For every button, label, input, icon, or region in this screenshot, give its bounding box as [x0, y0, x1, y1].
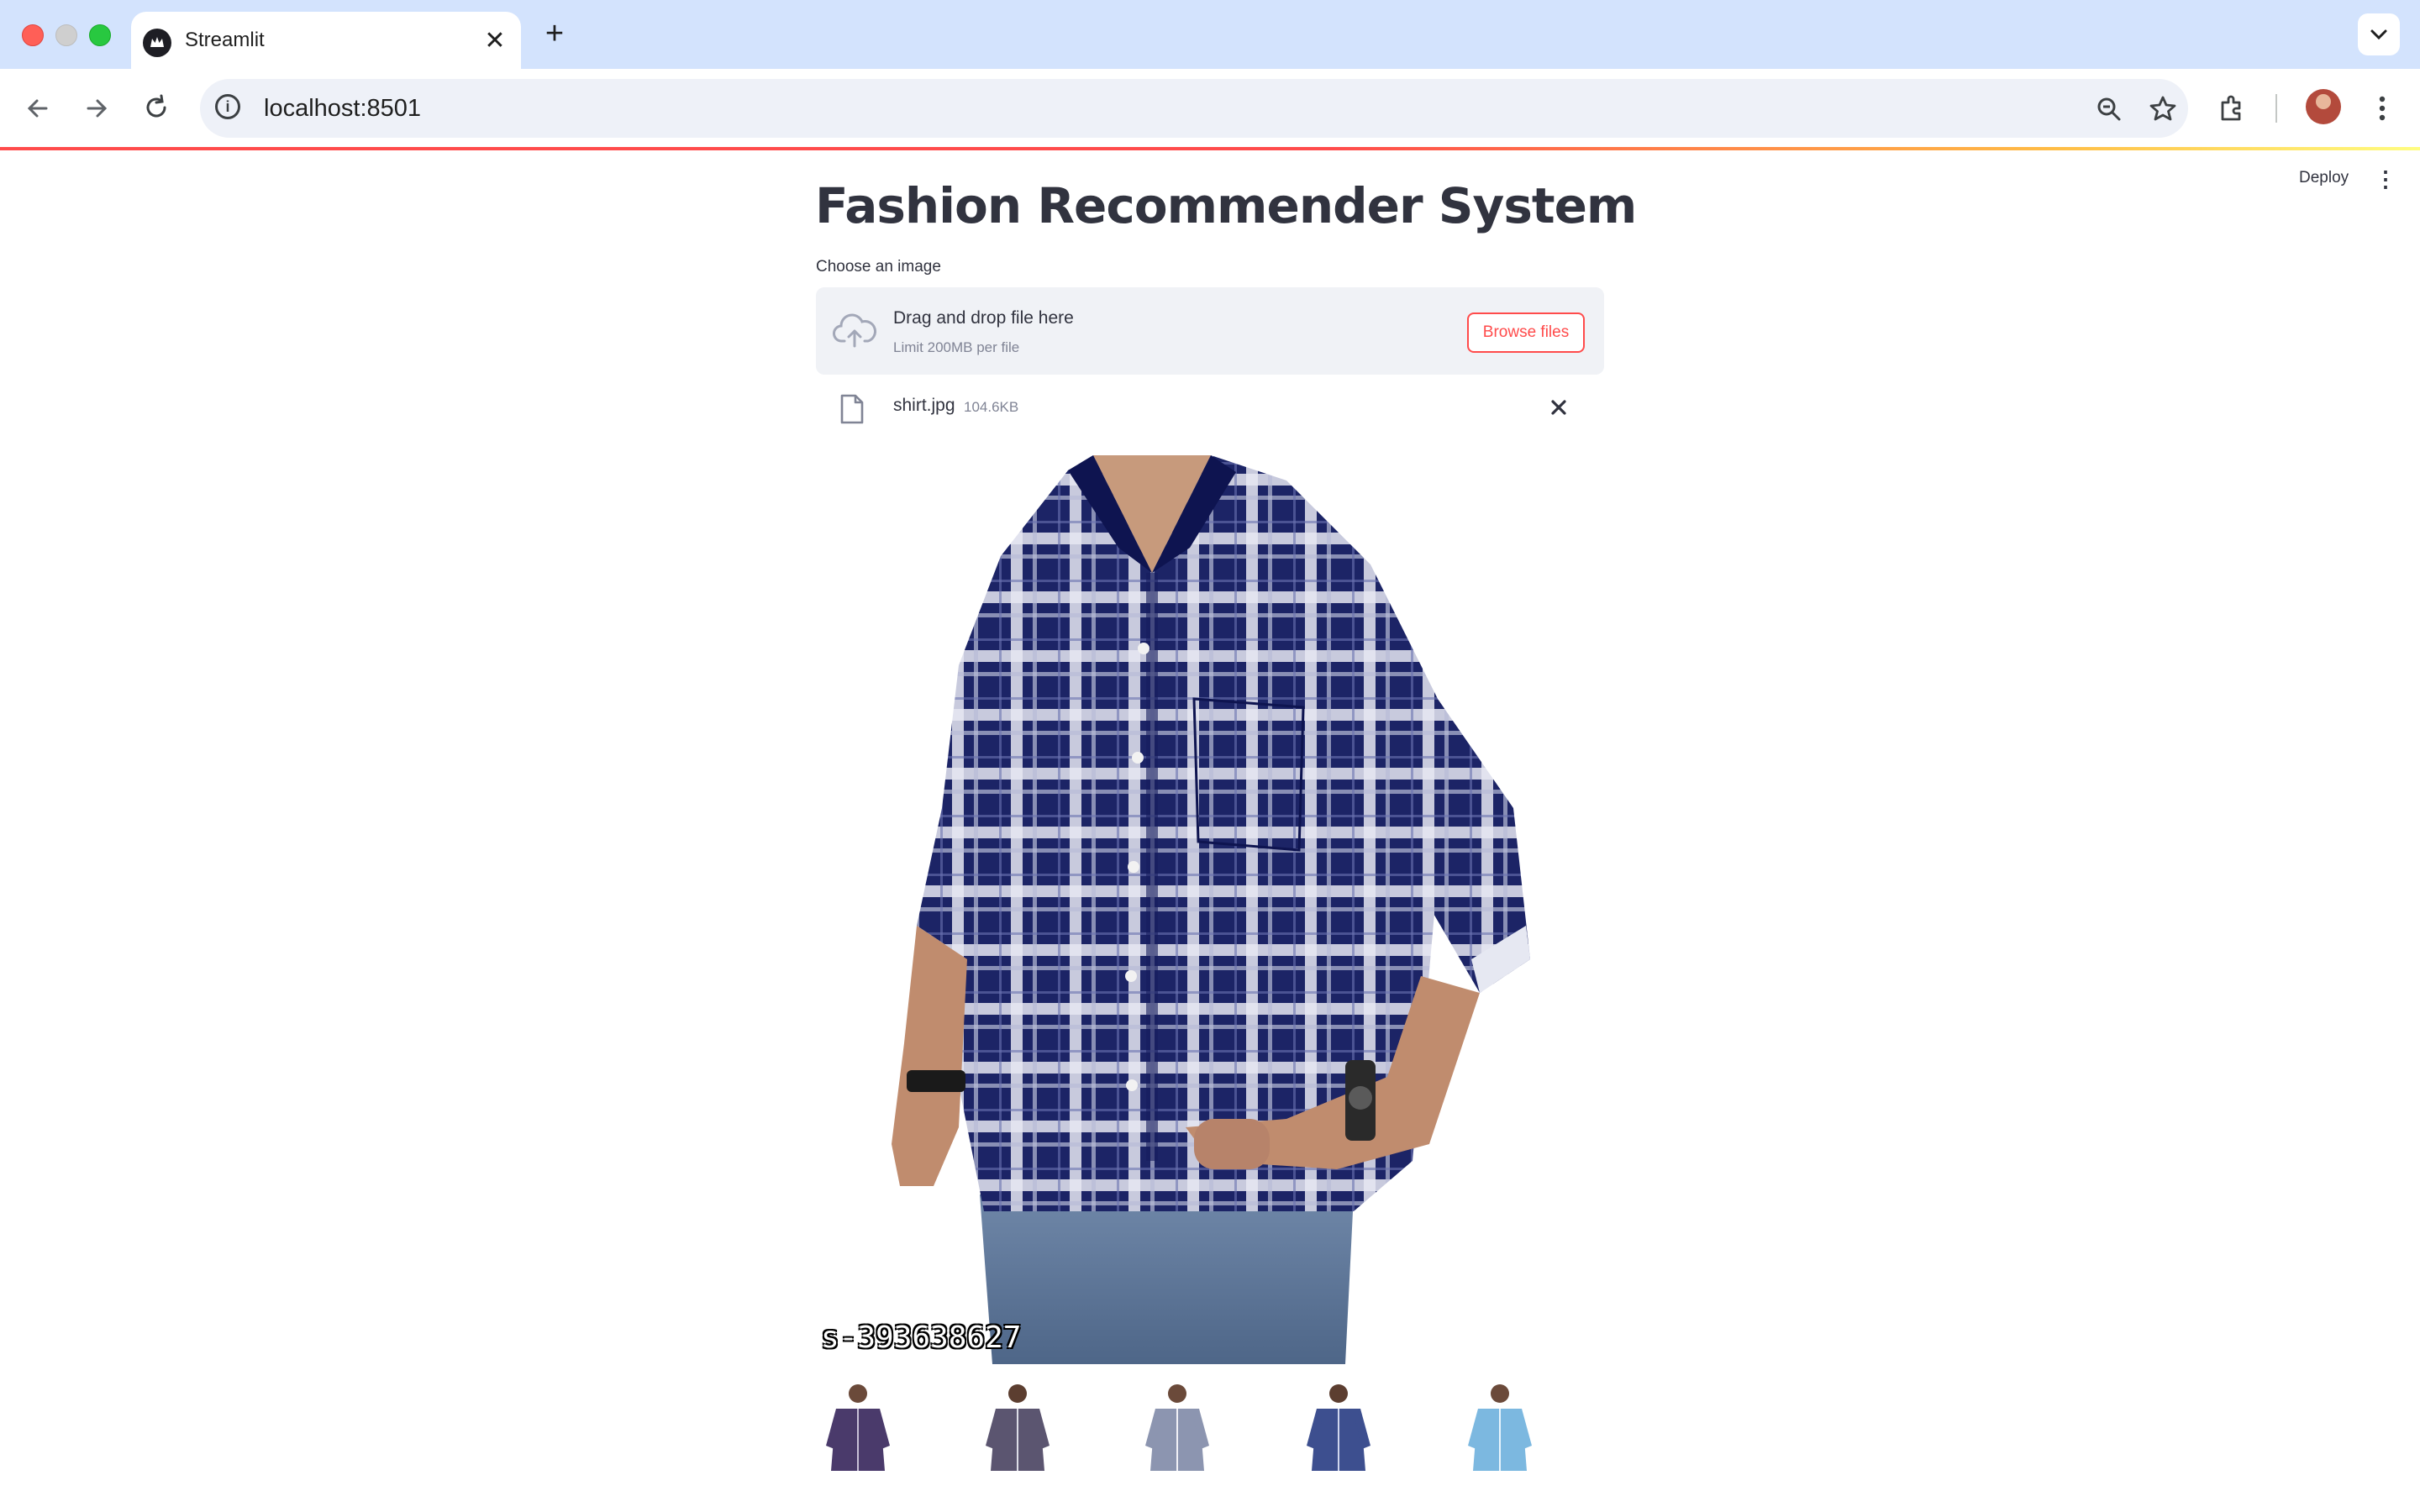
uploaded-file-item: shirt.jpg 104.6KB	[816, 389, 1604, 439]
dropzone-limit: Limit 200MB per file	[893, 339, 1020, 355]
bookmark-star-icon[interactable]	[2144, 91, 2181, 128]
streamlit-favicon-icon	[143, 29, 171, 57]
tab-list-button[interactable]	[2358, 13, 2400, 55]
toolbar-divider	[2275, 94, 2277, 123]
extensions-icon[interactable]	[2212, 87, 2254, 129]
back-button[interactable]	[17, 87, 59, 129]
browser-menu-icon[interactable]	[2361, 87, 2403, 129]
reload-icon	[146, 94, 166, 118]
streamlit-app: Deploy ⋮ Fashion Recommender System Choo…	[0, 150, 2420, 1512]
zoom-icon[interactable]	[2091, 91, 2128, 128]
chevron-down-icon	[2370, 29, 2387, 40]
deploy-button[interactable]: Deploy	[2299, 169, 2349, 187]
remove-file-close-icon[interactable]	[1540, 389, 1577, 426]
uploaded-file-size: 104.6KB	[964, 399, 1019, 415]
maximize-window-button[interactable]	[89, 24, 111, 46]
reload-button[interactable]	[136, 87, 178, 129]
recommendation-image-3	[1144, 1378, 1211, 1479]
recommendations-row	[816, 1378, 1604, 1479]
profile-avatar[interactable]	[2306, 89, 2341, 124]
file-icon	[840, 394, 864, 424]
minimize-window-button[interactable]	[55, 24, 77, 46]
close-window-button[interactable]	[22, 24, 44, 46]
image-caption: s-393638627	[821, 1320, 1022, 1355]
browser-tab-streamlit[interactable]: Streamlit ✕	[131, 12, 521, 69]
arrow-right-icon	[87, 99, 108, 118]
uploaded-shirt-image	[892, 455, 1530, 1364]
tab-title: Streamlit	[185, 29, 265, 51]
recommendation-image-2	[984, 1378, 1051, 1479]
recommendation-image-1	[824, 1378, 892, 1479]
browser-tab-bar: Streamlit ✕ +	[0, 0, 2420, 69]
file-dropzone[interactable]: Drag and drop file here Limit 200MB per …	[816, 287, 1604, 375]
url-text[interactable]: localhost:8501	[264, 95, 421, 123]
uploader-label: Choose an image	[816, 258, 941, 276]
main-menu-icon[interactable]: ⋮	[2373, 164, 2398, 194]
new-tab-button[interactable]: +	[538, 17, 571, 50]
site-info-icon[interactable]: i	[215, 94, 240, 119]
uploaded-file-name: shirt.jpg	[893, 396, 955, 415]
recommendation-image-4	[1305, 1378, 1372, 1479]
address-bar[interactable]: i localhost:8501	[200, 79, 2188, 138]
dropzone-instructions: Drag and drop file here	[893, 308, 1074, 328]
arrow-left-icon	[27, 99, 48, 118]
cloud-upload-icon	[833, 313, 876, 348]
tab-close-icon[interactable]: ✕	[481, 27, 509, 55]
browse-files-button[interactable]: Browse files	[1467, 312, 1585, 353]
browser-toolbar: i localhost:8501	[0, 69, 2420, 148]
forward-button[interactable]	[76, 87, 118, 129]
recommendation-image-5	[1466, 1378, 1534, 1479]
page-title: Fashion Recommender System	[815, 177, 1637, 234]
